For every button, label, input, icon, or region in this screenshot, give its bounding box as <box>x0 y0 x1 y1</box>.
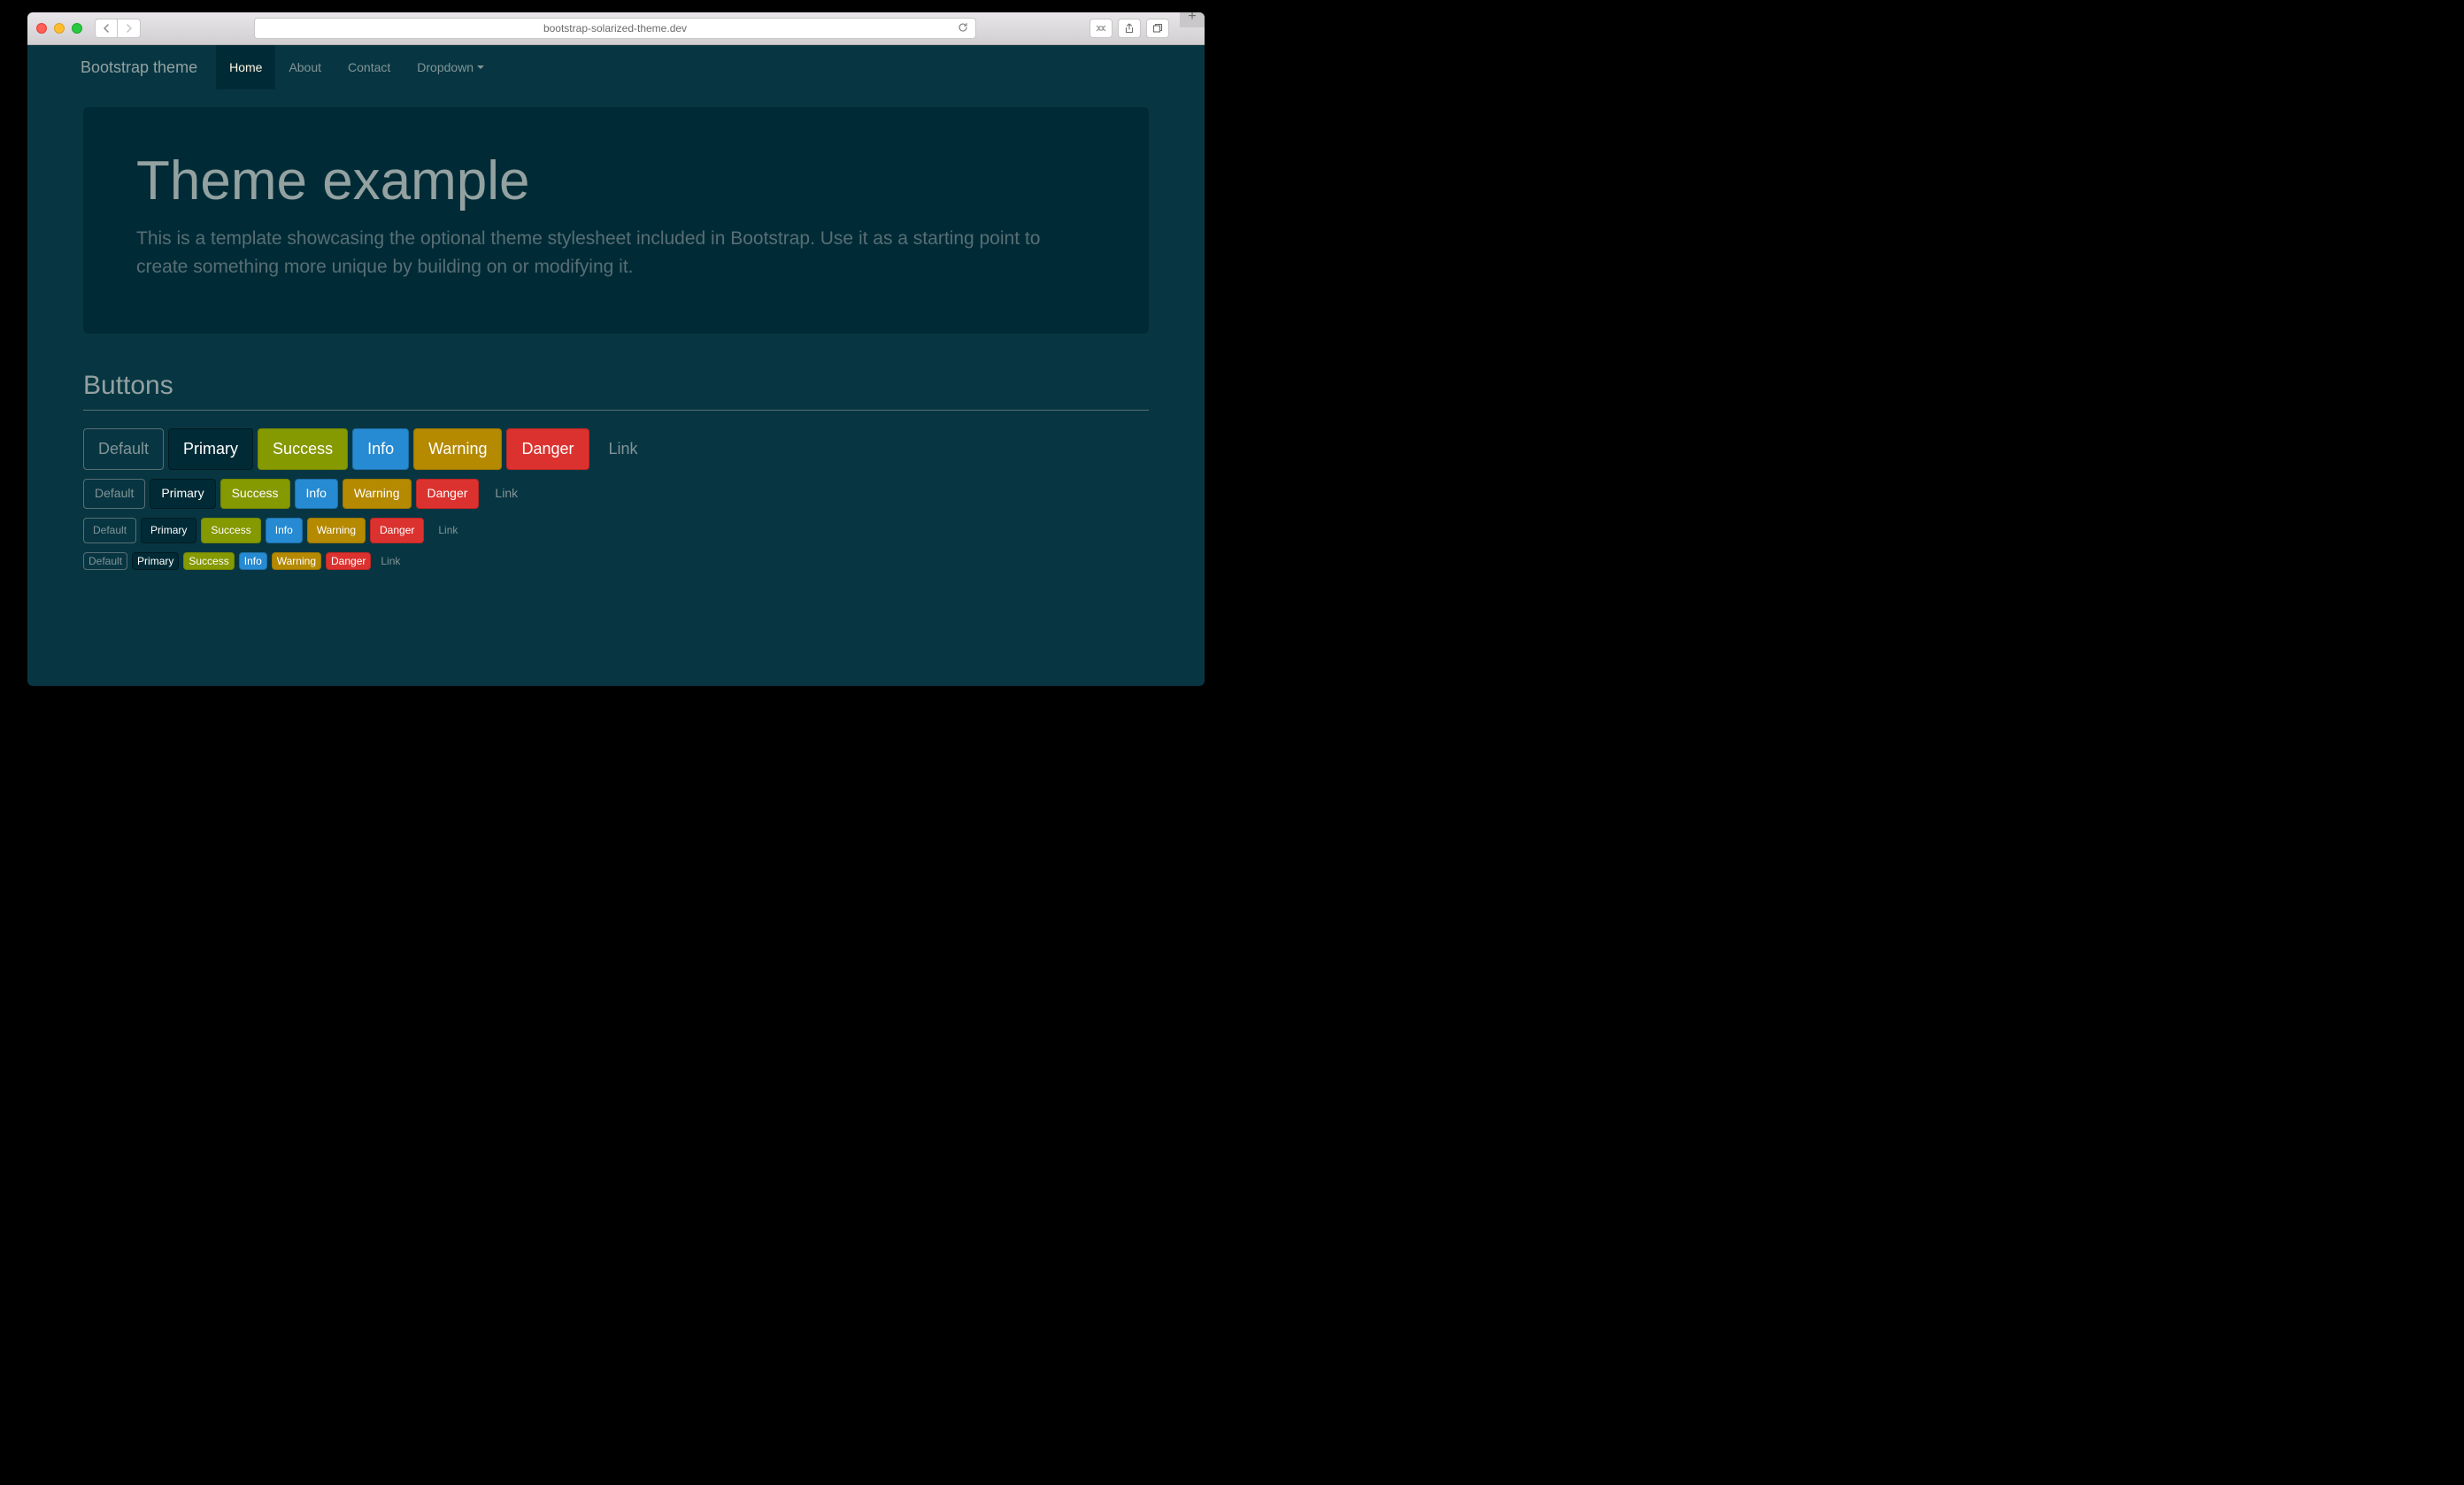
back-button[interactable] <box>95 19 118 38</box>
nav-item-dropdown-label: Dropdown <box>417 60 474 74</box>
info-button[interactable]: Info <box>266 518 303 543</box>
danger-button[interactable]: Danger <box>416 479 480 509</box>
button-row-lg: Default Primary Success Info Warning Dan… <box>83 428 1149 470</box>
default-button[interactable]: Default <box>83 518 136 543</box>
buttons-heading: Buttons <box>83 371 1149 411</box>
main-container: Theme example This is a template showcas… <box>27 107 1205 570</box>
nav-item-dropdown[interactable]: Dropdown <box>404 45 497 89</box>
info-button[interactable]: Info <box>239 552 267 571</box>
danger-button[interactable]: Danger <box>370 518 424 543</box>
info-button[interactable]: Info <box>295 479 338 509</box>
browser-window: bootstrap-solarized-theme.dev + Bootstra… <box>27 12 1205 686</box>
window-controls <box>36 23 82 34</box>
warning-button[interactable]: Warning <box>272 552 321 571</box>
page-content: Bootstrap theme Home About Contact Dropd… <box>27 45 1205 686</box>
button-row-xs: Default Primary Success Info Warning Dan… <box>83 552 1149 571</box>
warning-button[interactable]: Warning <box>307 518 366 543</box>
nav-buttons <box>95 19 141 38</box>
button-row-md: Default Primary Success Info Warning Dan… <box>83 479 1149 509</box>
reload-icon[interactable] <box>958 22 968 35</box>
default-button[interactable]: Default <box>83 428 164 470</box>
link-button[interactable]: Link <box>428 518 467 543</box>
address-bar[interactable]: bootstrap-solarized-theme.dev <box>254 18 976 39</box>
reader-icon[interactable] <box>1090 19 1113 38</box>
warning-button[interactable]: Warning <box>343 479 412 509</box>
link-button[interactable]: Link <box>483 479 529 509</box>
jumbotron-title: Theme example <box>136 150 1096 212</box>
share-icon[interactable] <box>1118 19 1141 38</box>
primary-button[interactable]: Primary <box>150 479 215 509</box>
primary-button[interactable]: Primary <box>168 428 253 470</box>
navbar: Bootstrap theme Home About Contact Dropd… <box>27 45 1205 89</box>
tabs-icon[interactable] <box>1146 19 1169 38</box>
link-button[interactable]: Link <box>375 552 405 571</box>
success-button[interactable]: Success <box>201 518 260 543</box>
success-button[interactable]: Success <box>183 552 234 571</box>
navbar-brand[interactable]: Bootstrap theme <box>81 45 211 89</box>
success-button[interactable]: Success <box>258 428 348 470</box>
info-button[interactable]: Info <box>352 428 409 470</box>
warning-button[interactable]: Warning <box>413 428 502 470</box>
success-button[interactable]: Success <box>220 479 290 509</box>
forward-button[interactable] <box>118 19 141 38</box>
nav-item-home[interactable]: Home <box>216 45 275 89</box>
new-tab-button[interactable]: + <box>1180 12 1205 27</box>
browser-toolbar: bootstrap-solarized-theme.dev + <box>27 12 1205 45</box>
button-row-sm: Default Primary Success Info Warning Dan… <box>83 518 1149 543</box>
danger-button[interactable]: Danger <box>326 552 371 571</box>
nav-item-contact[interactable]: Contact <box>335 45 404 89</box>
primary-button[interactable]: Primary <box>141 518 196 543</box>
close-window-button[interactable] <box>36 23 47 34</box>
minimize-window-button[interactable] <box>54 23 65 34</box>
jumbotron-lead: This is a template showcasing the option… <box>136 225 1096 281</box>
address-bar-url: bootstrap-solarized-theme.dev <box>543 22 687 35</box>
link-button[interactable]: Link <box>594 428 653 470</box>
default-button[interactable]: Default <box>83 552 127 571</box>
primary-button[interactable]: Primary <box>132 552 179 571</box>
maximize-window-button[interactable] <box>72 23 82 34</box>
chevron-down-icon <box>477 65 484 69</box>
default-button[interactable]: Default <box>83 479 145 509</box>
danger-button[interactable]: Danger <box>506 428 589 470</box>
jumbotron: Theme example This is a template showcas… <box>83 107 1149 334</box>
nav-item-about[interactable]: About <box>275 45 335 89</box>
toolbar-right-icons <box>1090 19 1169 38</box>
